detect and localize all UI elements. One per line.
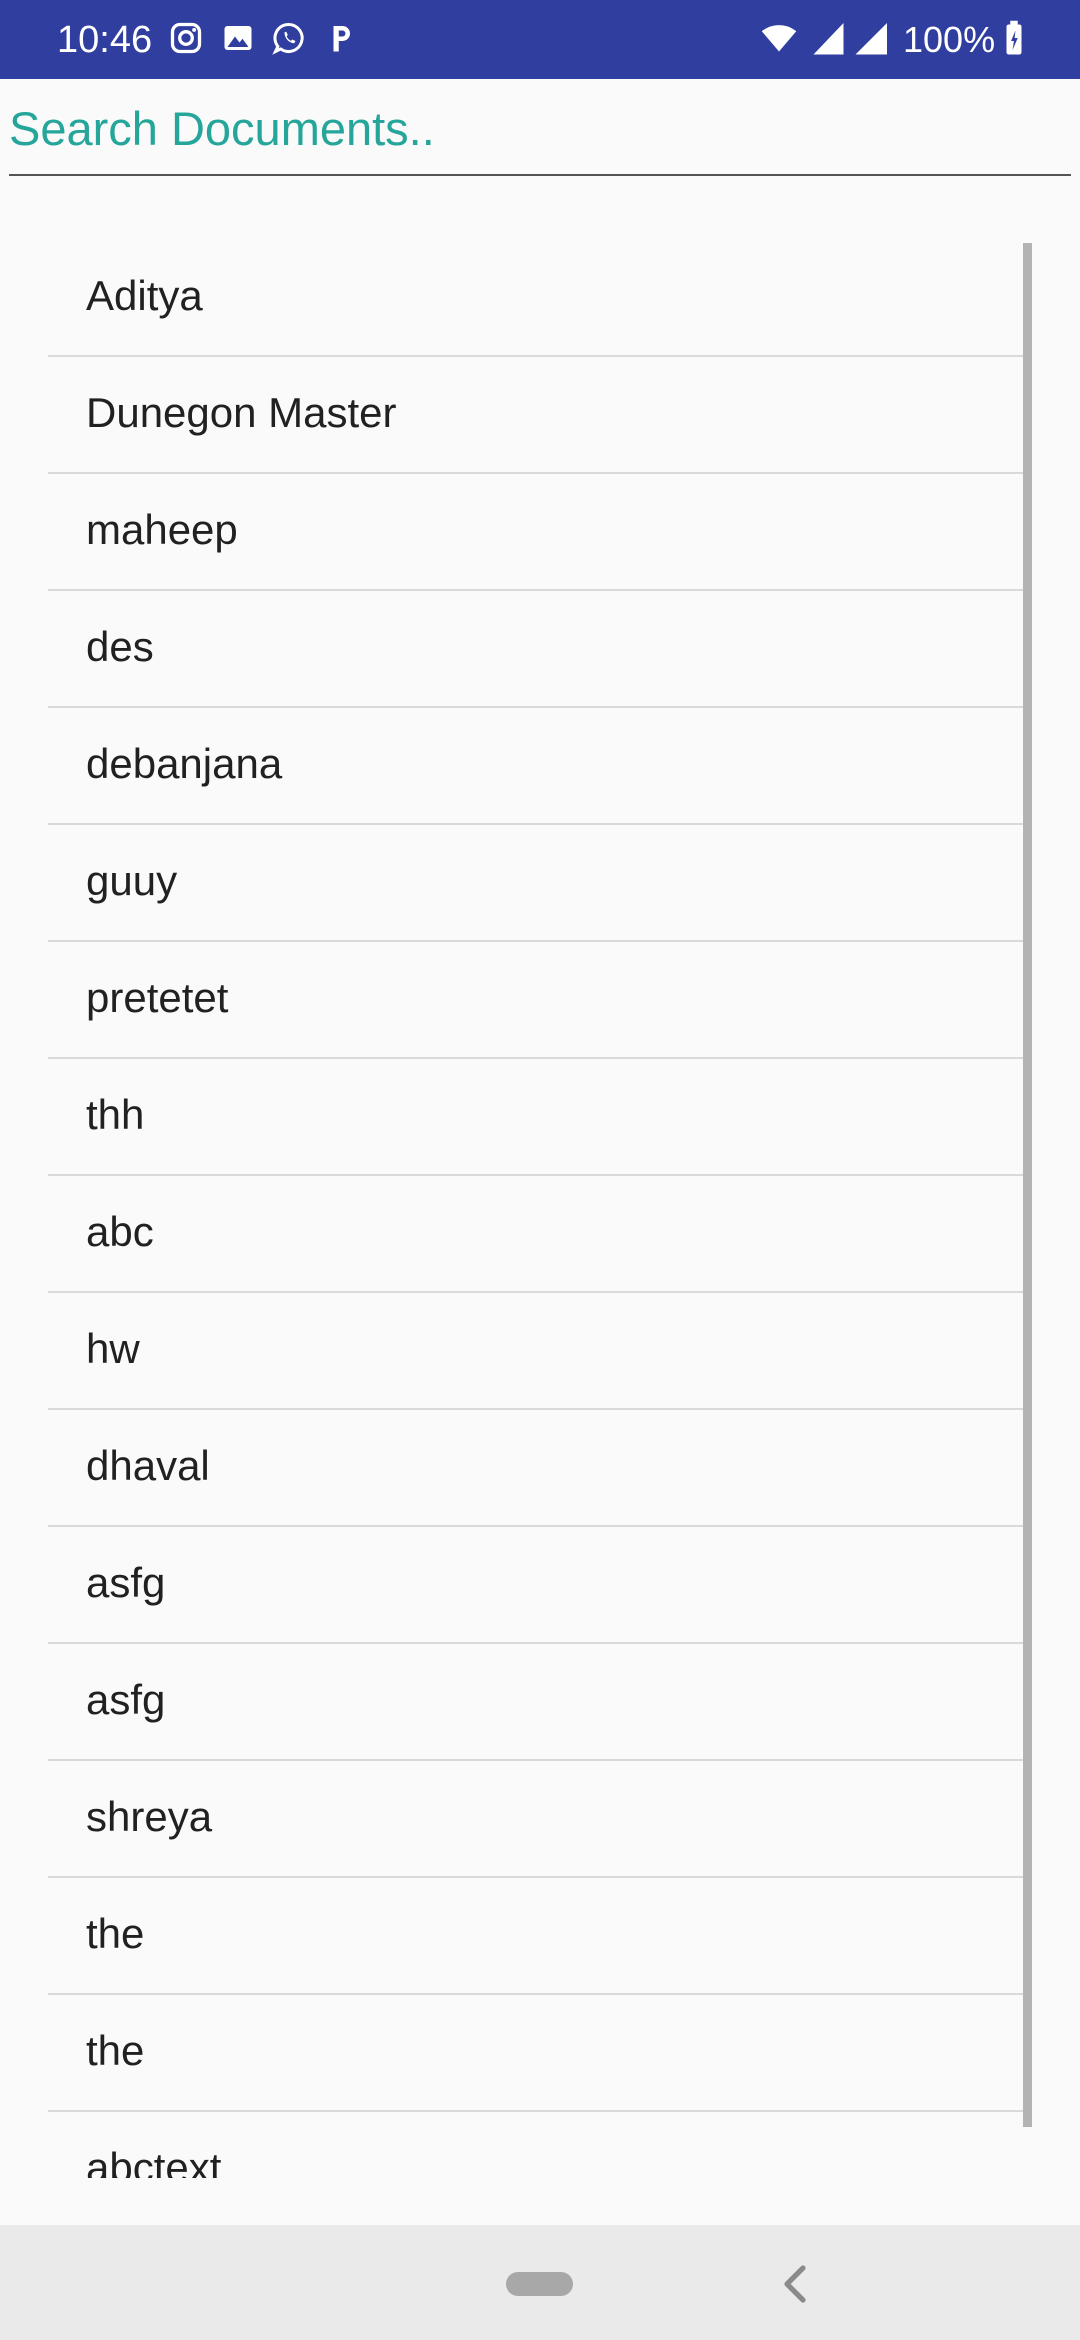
list-item[interactable]: abc bbox=[48, 1176, 1032, 1293]
list-item-label: shreya bbox=[86, 1793, 213, 1840]
list-item[interactable]: asfg bbox=[48, 1527, 1032, 1644]
list-item-label: the bbox=[86, 2027, 145, 2074]
signal-icon bbox=[854, 20, 890, 56]
document-list[interactable]: Aditya Dunegon Master maheep des debanja… bbox=[0, 240, 1080, 2178]
list-item[interactable]: shreya bbox=[48, 1761, 1032, 1878]
list-item[interactable]: the bbox=[48, 1995, 1032, 2112]
status-time: 10:46 bbox=[57, 19, 153, 61]
list-item-label: debanjana bbox=[86, 740, 283, 787]
search-input[interactable] bbox=[9, 96, 1071, 176]
navigation-bar bbox=[0, 2225, 1080, 2340]
list-item[interactable]: maheep bbox=[48, 474, 1032, 591]
list-item-label: dhaval bbox=[86, 1442, 210, 1489]
list-item-label: hw bbox=[86, 1325, 140, 1372]
list-item-label: the bbox=[86, 1910, 145, 1957]
list-item-label: Aditya bbox=[86, 272, 203, 319]
list-item-label: des bbox=[86, 623, 154, 670]
list-item[interactable]: thh bbox=[48, 1059, 1032, 1176]
list-item-label: asfg bbox=[86, 1559, 166, 1606]
list-item[interactable]: Dunegon Master bbox=[48, 357, 1032, 474]
gallery-icon bbox=[220, 20, 256, 56]
battery-icon bbox=[1003, 20, 1025, 56]
list-item[interactable]: guuy bbox=[48, 825, 1032, 942]
list-item[interactable]: hw bbox=[48, 1293, 1032, 1410]
home-pill-icon[interactable] bbox=[506, 2272, 573, 2296]
wifi-icon bbox=[756, 20, 802, 56]
list-item-label: abc bbox=[86, 1208, 154, 1255]
list-item-label: pretetet bbox=[86, 974, 229, 1021]
list-item[interactable]: Aditya bbox=[48, 240, 1032, 357]
list-item[interactable]: the bbox=[48, 1878, 1032, 1995]
list-item[interactable]: abctext bbox=[48, 2112, 1032, 2178]
list-item-label: asfg bbox=[86, 1676, 166, 1723]
list-item[interactable]: debanjana bbox=[48, 708, 1032, 825]
paytm-icon bbox=[323, 20, 359, 56]
list-item-label: Dunegon Master bbox=[86, 389, 397, 436]
list-item-label: maheep bbox=[86, 506, 238, 553]
battery-percentage: 100% bbox=[903, 19, 996, 60]
back-icon[interactable] bbox=[775, 2260, 815, 2308]
list-item-label: abctext bbox=[86, 2144, 222, 2178]
list-item[interactable]: asfg bbox=[48, 1644, 1032, 1761]
list-item[interactable]: dhaval bbox=[48, 1410, 1032, 1527]
list-item[interactable]: des bbox=[48, 591, 1032, 708]
status-bar: 10:46 100% bbox=[0, 0, 1080, 79]
whatsapp-icon bbox=[271, 20, 307, 56]
list-item-label: thh bbox=[86, 1091, 145, 1138]
scrollbar[interactable] bbox=[1023, 243, 1032, 2127]
list-item-label: guuy bbox=[86, 857, 178, 904]
signal-icon bbox=[812, 20, 848, 56]
list-item[interactable]: pretetet bbox=[48, 942, 1032, 1059]
instagram-icon bbox=[168, 20, 204, 56]
